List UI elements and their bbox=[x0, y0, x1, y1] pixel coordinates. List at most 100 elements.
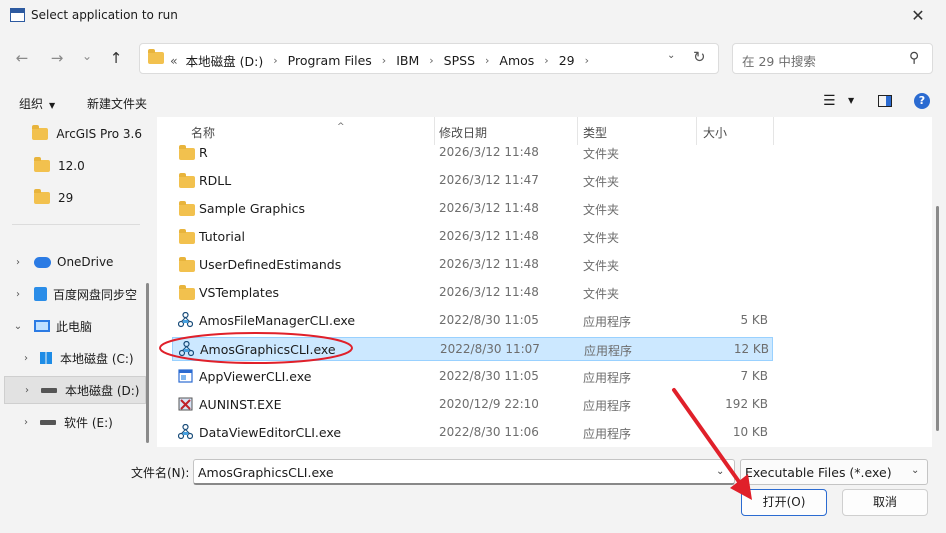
cancel-button[interactable]: 取消 bbox=[842, 489, 928, 516]
search-input[interactable]: 在 29 中搜索 bbox=[742, 51, 816, 70]
preview-pane-icon[interactable] bbox=[878, 95, 892, 107]
file-type: 应用程序 bbox=[584, 344, 633, 358]
breadcrumb-overflow[interactable]: « bbox=[170, 53, 178, 68]
chevron-down-icon[interactable]: ⌄ bbox=[911, 465, 919, 476]
new-folder-button[interactable]: 新建文件夹 bbox=[87, 95, 147, 112]
column-header-type[interactable]: 类型 bbox=[583, 124, 607, 141]
folder-icon bbox=[148, 49, 164, 64]
forward-arrow-icon[interactable]: → bbox=[46, 48, 68, 68]
file-row[interactable]: RDLL 2026/3/12 11:47 文件夹 bbox=[172, 169, 773, 193]
filetype-select[interactable]: Executable Files (*.exe) ⌄ bbox=[740, 459, 928, 485]
recent-locations-icon[interactable]: ⌄ bbox=[76, 46, 98, 66]
sidebar-item-this-pc[interactable]: ⌄ 此电脑 bbox=[0, 312, 142, 340]
chevron-right-icon[interactable]: › bbox=[20, 353, 32, 364]
file-row[interactable]: DataViewEditorCLI.exe 2022/8/30 11:06 应用程序… bbox=[172, 421, 773, 445]
sidebar-item-12[interactable]: 12.0 bbox=[0, 152, 142, 180]
file-row[interactable]: AmosGraphicsCLI.exe 2022/8/30 11:07 应用程序 12… bbox=[172, 337, 773, 361]
file-list-scrollbar[interactable] bbox=[932, 117, 946, 447]
view-options-icon[interactable]: ☰ bbox=[823, 93, 836, 109]
file-size: 192 KB bbox=[725, 397, 768, 411]
file-date: 2022/8/30 11:05 bbox=[439, 369, 539, 383]
chevron-right-icon[interactable]: › bbox=[21, 385, 33, 396]
filename-value[interactable]: AmosGraphicsCLI.exe bbox=[198, 465, 334, 480]
title-bar: Select application to run ✕ bbox=[0, 0, 946, 32]
folder-icon bbox=[32, 125, 49, 140]
sidebar-item-label: 软件 (E:) bbox=[64, 415, 113, 430]
organize-menu-button[interactable]: 组织 ▼ bbox=[19, 95, 55, 112]
breadcrumb-item[interactable]: Program Files bbox=[288, 53, 372, 68]
sidebar-item-label: OneDrive bbox=[57, 255, 114, 269]
file-row[interactable]: UserDefinedEstimands 2026/3/12 11:48 文件夹 bbox=[172, 253, 773, 277]
search-box[interactable]: 在 29 中搜索 ⚲ bbox=[732, 43, 933, 74]
column-header-name[interactable]: ^ 名称 bbox=[191, 122, 345, 141]
caret-down-icon[interactable]: ▼ bbox=[848, 96, 854, 105]
folder-icon bbox=[179, 285, 195, 300]
file-type: 应用程序 bbox=[583, 315, 632, 329]
file-size: 10 KB bbox=[732, 425, 768, 439]
breadcrumb-item[interactable]: 29 bbox=[559, 53, 575, 68]
sidebar-item-29[interactable]: 29 bbox=[0, 184, 142, 212]
chevron-right-icon[interactable]: › bbox=[429, 54, 433, 67]
windows-drive-icon bbox=[40, 352, 52, 364]
file-name: VSTemplates bbox=[199, 285, 280, 300]
organize-label: 组织 bbox=[19, 97, 44, 111]
breadcrumb-item[interactable]: IBM bbox=[396, 53, 419, 68]
sidebar-item-drive-e[interactable]: › 软件 (E:) bbox=[0, 408, 142, 436]
executable-icon bbox=[178, 340, 195, 357]
sidebar-item-label: 本地磁盘 (C:) bbox=[60, 351, 134, 366]
file-name: Sample Graphics bbox=[199, 201, 306, 216]
file-row[interactable]: Sample Graphics 2026/3/12 11:48 文件夹 bbox=[172, 197, 773, 221]
sidebar-item-label: 百度网盘同步空 bbox=[53, 287, 138, 302]
sidebar-item-label: 此电脑 bbox=[56, 319, 93, 334]
column-divider[interactable] bbox=[773, 117, 774, 145]
chevron-right-icon[interactable]: › bbox=[273, 54, 277, 67]
chevron-right-icon[interactable]: › bbox=[485, 54, 489, 67]
chevron-right-icon[interactable]: › bbox=[20, 417, 32, 428]
file-size: 12 KB bbox=[733, 342, 769, 356]
file-date: 2026/3/12 11:48 bbox=[439, 145, 539, 159]
file-row[interactable]: AppViewerCLI.exe 2022/8/30 11:05 应用程序 7 KB bbox=[172, 365, 773, 389]
column-label: 名称 bbox=[191, 126, 216, 140]
file-row[interactable]: AUNINST.EXE 2020/12/9 22:10 应用程序 192 KB bbox=[172, 393, 773, 417]
open-button[interactable]: 打开(O) bbox=[741, 489, 827, 516]
chevron-right-icon[interactable]: › bbox=[585, 54, 589, 67]
up-arrow-icon[interactable]: ↑ bbox=[105, 48, 127, 68]
chevron-right-icon[interactable]: › bbox=[382, 54, 386, 67]
column-header-date[interactable]: 修改日期 bbox=[439, 124, 487, 141]
column-header-size[interactable]: 大小 bbox=[703, 124, 727, 141]
file-name: AmosGraphicsCLI.exe bbox=[200, 342, 336, 357]
chevron-down-icon[interactable]: ⌄ bbox=[667, 50, 675, 61]
file-date: 2026/3/12 11:48 bbox=[439, 201, 539, 215]
sidebar-item-onedrive[interactable]: › OneDrive bbox=[0, 248, 142, 276]
sidebar-scrollbar[interactable] bbox=[146, 283, 149, 443]
sidebar-item-drive-c[interactable]: › 本地磁盘 (C:) bbox=[0, 344, 142, 372]
back-arrow-icon[interactable]: ← bbox=[11, 48, 33, 68]
sidebar-item-arcgis[interactable]: ArcGIS Pro 3.6 bbox=[0, 120, 142, 148]
chevron-down-icon[interactable]: ⌄ bbox=[716, 466, 724, 477]
file-row[interactable]: R 2026/3/12 11:48 文件夹 bbox=[172, 141, 773, 165]
file-row[interactable]: VSTemplates 2026/3/12 11:48 文件夹 bbox=[172, 281, 773, 305]
navigation-pane: ArcGIS Pro 3.6 12.0 29 › OneDrive › 百度网盘… bbox=[0, 117, 150, 447]
address-bar[interactable]: « 本地磁盘 (D:) › Program Files › IBM › SPSS › A… bbox=[139, 43, 719, 74]
scrollbar-thumb[interactable] bbox=[936, 206, 939, 431]
search-icon[interactable]: ⚲ bbox=[909, 50, 919, 66]
sidebar-item-baidu[interactable]: › 百度网盘同步空 bbox=[0, 280, 142, 308]
sidebar-item-drive-d[interactable]: › 本地磁盘 (D:) bbox=[4, 376, 146, 404]
breadcrumb-item[interactable]: Amos bbox=[499, 53, 534, 68]
close-button[interactable]: ✕ bbox=[898, 4, 938, 28]
file-date: 2026/3/12 11:48 bbox=[439, 285, 539, 299]
breadcrumb-item[interactable]: SPSS bbox=[444, 53, 475, 68]
chevron-right-icon[interactable]: › bbox=[12, 257, 24, 268]
file-row[interactable]: Tutorial 2026/3/12 11:48 文件夹 bbox=[172, 225, 773, 249]
chevron-right-icon[interactable]: › bbox=[544, 54, 548, 67]
chevron-right-icon[interactable]: › bbox=[12, 289, 24, 300]
chevron-down-icon[interactable]: ⌄ bbox=[12, 321, 24, 332]
file-row[interactable]: AmosFileManagerCLI.exe 2022/8/30 11:05 应用程… bbox=[172, 309, 773, 333]
file-type: 应用程序 bbox=[583, 399, 632, 413]
file-size: 5 KB bbox=[740, 313, 768, 327]
app-window-icon bbox=[10, 8, 25, 22]
refresh-icon[interactable]: ↻ bbox=[693, 48, 706, 66]
breadcrumb-item[interactable]: 本地磁盘 (D:) bbox=[186, 51, 264, 70]
filename-input[interactable]: AmosGraphicsCLI.exe bbox=[193, 459, 735, 485]
help-icon[interactable]: ? bbox=[914, 93, 930, 109]
